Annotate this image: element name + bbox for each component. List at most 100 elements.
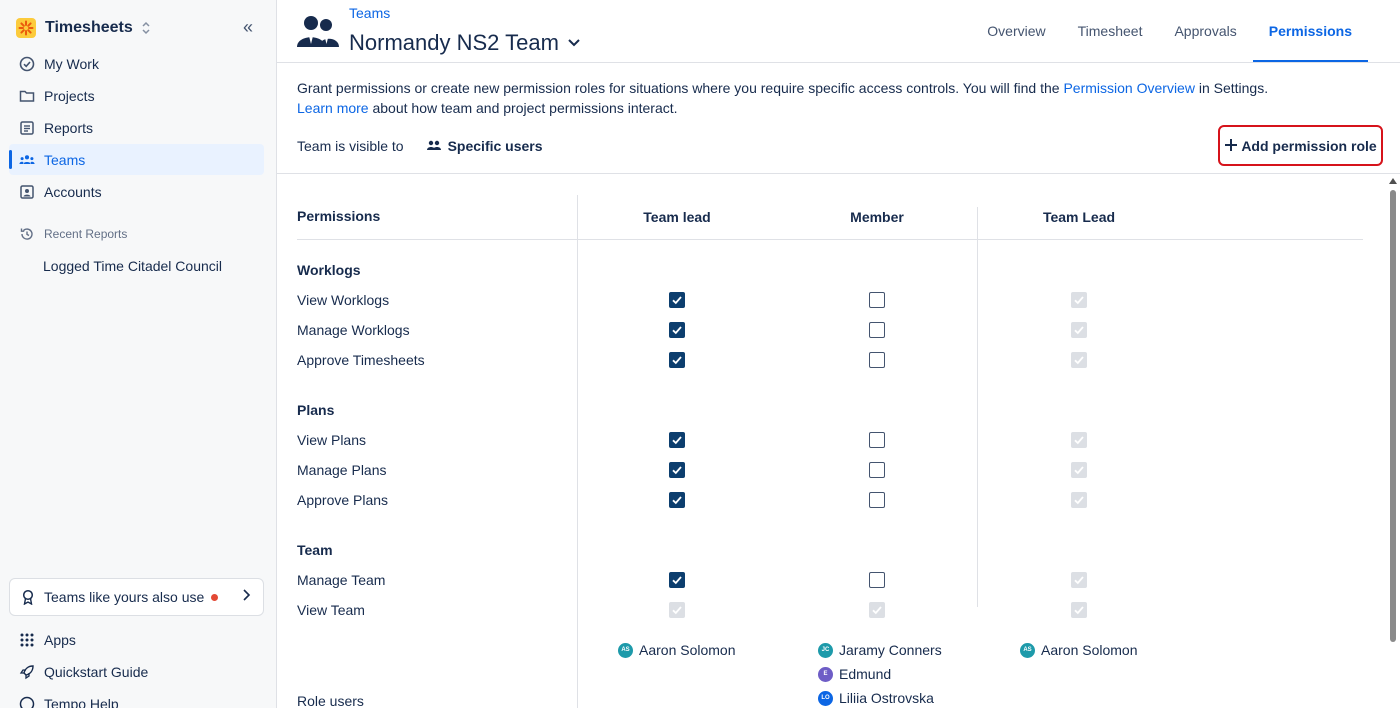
teams-promo-card[interactable]: Teams like yours also use xyxy=(9,578,264,616)
scroll-up-icon[interactable] xyxy=(1389,178,1397,184)
role-user-name: Liliia Ostrovska xyxy=(839,690,934,706)
notification-dot xyxy=(211,593,219,601)
chevron-down-icon xyxy=(567,35,581,51)
sidebar-item-teams[interactable]: Teams xyxy=(9,144,264,175)
account-icon xyxy=(19,184,35,200)
breadcrumb-teams[interactable]: Teams xyxy=(349,5,390,21)
permission-group-title: Worklogs xyxy=(297,262,361,278)
sidebar-item-help[interactable]: Tempo Help xyxy=(9,688,264,708)
permission-checkbox[interactable] xyxy=(869,352,885,368)
apps-grid-icon xyxy=(19,632,35,648)
tempo-logo-icon xyxy=(16,18,36,38)
permission-checkbox[interactable] xyxy=(869,292,885,308)
role-column-header[interactable]: Team Lead xyxy=(1043,209,1115,225)
permission-row-label: View Plans xyxy=(297,432,367,448)
permission-checkbox[interactable] xyxy=(869,462,885,478)
permission-overview-link[interactable]: Permission Overview xyxy=(1063,80,1194,96)
permission-row-label: View Worklogs xyxy=(297,292,390,308)
permission-group-title: Plans xyxy=(297,402,335,418)
role-user[interactable]: JC Jaramy Conners xyxy=(818,642,942,658)
add-permission-role-label: Add permission role xyxy=(1241,137,1377,154)
permission-checkbox xyxy=(1071,352,1087,368)
permission-checkbox xyxy=(1071,292,1087,308)
role-column-header[interactable]: Member xyxy=(850,209,904,225)
permission-checkbox[interactable] xyxy=(669,492,685,508)
permission-checkbox xyxy=(1071,462,1087,478)
sidebar-item-projects[interactable]: Projects xyxy=(9,80,264,111)
avatar: AS xyxy=(618,642,633,658)
role-users-label: Role users xyxy=(297,693,364,708)
permission-checkbox[interactable] xyxy=(669,352,685,368)
tab-approvals[interactable]: Approvals xyxy=(1158,0,1252,62)
role-user[interactable]: AS Aaron Solomon xyxy=(1020,642,1138,658)
avatar: AS xyxy=(1020,642,1035,658)
role-user-name: Aaron Solomon xyxy=(639,642,736,658)
sidebar-item-apps[interactable]: Apps xyxy=(9,624,264,655)
scrollbar[interactable] xyxy=(1386,174,1400,708)
rocket-icon xyxy=(19,664,35,680)
team-avatar-icon xyxy=(297,14,339,48)
permission-row-label: View Team xyxy=(297,602,365,618)
permission-checkbox[interactable] xyxy=(669,322,685,338)
visibility-label: Team is visible to xyxy=(297,138,404,154)
report-icon xyxy=(19,120,35,136)
sidebar-item-my-work[interactable]: My Work xyxy=(9,48,264,79)
tab-bar: Overview Timesheet Approvals Permissions xyxy=(971,0,1369,62)
promo-label: Teams like yours also use xyxy=(44,589,205,605)
team-selector[interactable]: Normandy NS2 Team xyxy=(349,30,581,56)
users-icon xyxy=(426,140,442,152)
tab-timesheet[interactable]: Timesheet xyxy=(1062,0,1159,62)
header-divider xyxy=(277,62,1400,63)
permission-row-label: Manage Team xyxy=(297,572,386,588)
scroll-thumb[interactable] xyxy=(1390,190,1396,642)
avatar: LO xyxy=(818,690,833,706)
permission-group-title: Team xyxy=(297,542,333,558)
sidebar-item-accounts[interactable]: Accounts xyxy=(9,176,264,207)
role-user-name: Jaramy Conners xyxy=(839,642,942,658)
permission-checkbox[interactable] xyxy=(869,322,885,338)
role-column-header[interactable]: Team lead xyxy=(643,209,710,225)
award-icon xyxy=(20,589,36,605)
permission-checkbox[interactable] xyxy=(669,462,685,478)
role-user[interactable]: LO Liliia Ostrovska xyxy=(818,690,934,706)
sidebar-item-reports[interactable]: Reports xyxy=(9,112,264,143)
page-title: Normandy NS2 Team xyxy=(349,30,559,55)
sidebar-item-label: My Work xyxy=(44,55,99,72)
permission-checkbox xyxy=(669,602,685,618)
sidebar-item-label: Accounts xyxy=(44,183,102,200)
permission-checkbox xyxy=(1071,572,1087,588)
tab-permissions[interactable]: Permissions xyxy=(1252,0,1369,62)
section-divider xyxy=(277,173,1400,174)
tab-overview[interactable]: Overview xyxy=(971,0,1061,62)
intro-text: Grant permissions or create new permissi… xyxy=(297,78,1377,118)
visibility-selector[interactable]: Specific users xyxy=(426,138,543,154)
recent-reports-title: Recent Reports xyxy=(44,227,128,241)
sidebar: Timesheets « My Work Projects Reports Te… xyxy=(0,0,277,708)
app-switcher[interactable]: Timesheets « xyxy=(16,16,264,40)
recent-report-item[interactable]: Logged Time Citadel Council xyxy=(43,258,222,274)
collapse-sidebar-icon[interactable]: « xyxy=(238,18,258,38)
permission-checkbox xyxy=(1071,602,1087,618)
permission-checkbox[interactable] xyxy=(669,572,685,588)
table-header-divider xyxy=(297,239,1363,240)
sidebar-item-quickstart[interactable]: Quickstart Guide xyxy=(9,656,264,687)
intro-text-part: in Settings. xyxy=(1194,80,1269,96)
learn-more-link[interactable]: Learn more xyxy=(297,100,369,116)
add-permission-role-button[interactable]: Add permission role xyxy=(1218,125,1383,166)
history-icon xyxy=(19,226,35,242)
sidebar-item-label: Projects xyxy=(44,87,95,104)
column-divider xyxy=(577,195,578,708)
role-user-name: Aaron Solomon xyxy=(1041,642,1138,658)
permission-checkbox[interactable] xyxy=(869,432,885,448)
role-user[interactable]: AS Aaron Solomon xyxy=(618,642,736,658)
permission-checkbox[interactable] xyxy=(669,432,685,448)
recent-reports-label: Recent Reports xyxy=(19,226,127,242)
permission-row-label: Approve Plans xyxy=(297,492,389,508)
permission-checkbox[interactable] xyxy=(669,292,685,308)
permission-checkbox[interactable] xyxy=(869,492,885,508)
permission-checkbox xyxy=(1071,492,1087,508)
permission-checkbox[interactable] xyxy=(869,572,885,588)
permission-checkbox xyxy=(1071,432,1087,448)
role-user[interactable]: E Edmund xyxy=(818,666,891,682)
intro-text-part: Grant permissions or create new permissi… xyxy=(297,80,1064,96)
